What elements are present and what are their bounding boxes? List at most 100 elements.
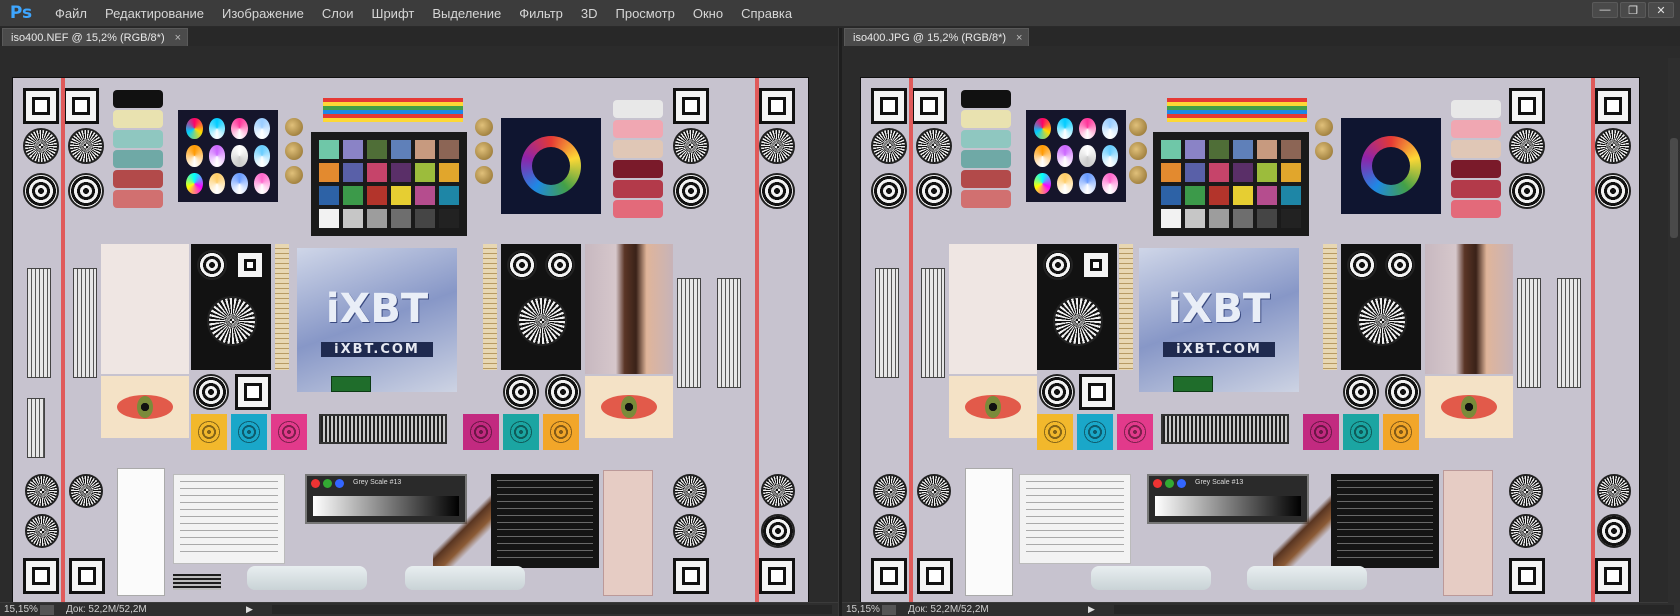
radial-target bbox=[69, 474, 103, 508]
radial-target bbox=[1509, 514, 1543, 548]
horizontal-scrollbar[interactable] bbox=[272, 605, 832, 614]
menu-file[interactable]: Файл bbox=[46, 0, 96, 27]
corner-target bbox=[911, 88, 947, 124]
color-checker bbox=[1153, 132, 1309, 236]
red-edge-bar bbox=[1591, 78, 1595, 605]
ring-target bbox=[673, 173, 709, 209]
test-chart-photo: iXBT iXBT.COM Grey Scale #13 bbox=[860, 77, 1640, 606]
corner-target bbox=[235, 250, 265, 280]
ring-target bbox=[23, 173, 59, 209]
ring-target bbox=[545, 374, 581, 410]
tab-close-icon[interactable]: × bbox=[1016, 32, 1022, 44]
thread-spool bbox=[1451, 120, 1501, 138]
thread-spool bbox=[613, 140, 663, 158]
logo-main-text: iXBT bbox=[325, 286, 429, 332]
corner-target bbox=[1509, 88, 1545, 124]
color-tile bbox=[1117, 414, 1153, 450]
ram-chip bbox=[1173, 376, 1213, 392]
color-wheel bbox=[231, 172, 248, 194]
radial-target bbox=[68, 128, 104, 164]
menu-3d[interactable]: 3D bbox=[572, 0, 607, 27]
radial-target bbox=[673, 514, 707, 548]
color-tile bbox=[1077, 414, 1113, 450]
vertical-scrollbar[interactable] bbox=[1668, 58, 1680, 603]
eye-photo bbox=[585, 376, 673, 438]
thread-spool bbox=[961, 130, 1011, 148]
menu-type[interactable]: Шрифт bbox=[363, 0, 424, 27]
color-chip-row bbox=[311, 479, 344, 488]
canvas-area[interactable]: iXBT iXBT.COM Grey Scale #13 bbox=[842, 46, 1680, 616]
document-tab-nef[interactable]: iso400.NEF @ 15,2% (RGB/8*) × bbox=[2, 28, 189, 46]
ring-target bbox=[507, 250, 537, 280]
zoom-level[interactable]: 15,15% bbox=[842, 604, 882, 615]
thread-spool bbox=[113, 90, 163, 108]
menu-select[interactable]: Выделение bbox=[423, 0, 510, 27]
resolution-bars bbox=[717, 278, 741, 388]
thread-spool bbox=[1451, 100, 1501, 118]
scrollbar-thumb[interactable] bbox=[1670, 138, 1678, 238]
color-wheels-panel bbox=[1026, 110, 1126, 202]
resolution-bars bbox=[677, 278, 701, 388]
coin bbox=[1129, 118, 1147, 136]
colored-pencils bbox=[323, 98, 463, 122]
menu-window[interactable]: Окно bbox=[684, 0, 732, 27]
radial-target bbox=[1053, 296, 1103, 346]
thread-spool bbox=[613, 120, 663, 138]
radial-target bbox=[25, 514, 59, 548]
ring-target bbox=[761, 514, 795, 548]
logo-sub-text: iXBT.COM bbox=[1163, 342, 1275, 357]
menu-layers[interactable]: Слои bbox=[313, 0, 363, 27]
corner-target bbox=[235, 374, 271, 410]
close-icon[interactable]: ✕ bbox=[1648, 2, 1674, 18]
star-target-panel bbox=[1341, 244, 1421, 370]
color-tile bbox=[1037, 414, 1073, 450]
zoom-level[interactable]: 15,15% bbox=[0, 604, 40, 615]
status-bar: 15,15% Док: 52,2M/52,2M ▶ bbox=[0, 602, 838, 616]
thread-spool bbox=[961, 170, 1011, 188]
radial-target bbox=[1597, 474, 1631, 508]
colorful-book bbox=[501, 118, 601, 214]
horizontal-scrollbar[interactable] bbox=[1114, 605, 1674, 614]
radial-target bbox=[1595, 128, 1631, 164]
coin bbox=[1129, 142, 1147, 160]
radial-target bbox=[761, 474, 795, 508]
restore-icon[interactable]: ❐ bbox=[1620, 2, 1646, 18]
corner-target bbox=[63, 88, 99, 124]
menu-view[interactable]: Просмотр bbox=[607, 0, 684, 27]
ring-target bbox=[197, 250, 227, 280]
radial-target bbox=[23, 128, 59, 164]
coin bbox=[475, 166, 493, 184]
radial-target bbox=[207, 296, 257, 346]
ring-target bbox=[759, 173, 795, 209]
thread-spool bbox=[613, 100, 663, 118]
menu-edit[interactable]: Редактирование bbox=[96, 0, 213, 27]
menu-filter[interactable]: Фильтр bbox=[510, 0, 572, 27]
bottle bbox=[1091, 566, 1211, 590]
canvas-area[interactable]: iXBT iXBT.COM Grey Scale #13 bbox=[0, 46, 838, 616]
status-menu-arrow-icon[interactable]: ▶ bbox=[1088, 604, 1095, 615]
red-edge-bar bbox=[61, 78, 65, 605]
document-tab-jpg[interactable]: iso400.JPG @ 15,2% (RGB/8*) × bbox=[844, 28, 1030, 46]
coin bbox=[1129, 166, 1147, 184]
document-tab-title: iso400.JPG @ 15,2% (RGB/8*) bbox=[853, 31, 1007, 44]
menu-help[interactable]: Справка bbox=[732, 0, 801, 27]
ixbt-logo-block: iXBT iXBT.COM bbox=[297, 248, 457, 392]
tab-close-icon[interactable]: × bbox=[175, 32, 181, 44]
radial-target bbox=[759, 128, 795, 164]
coin bbox=[285, 142, 303, 160]
ram-chip bbox=[331, 376, 371, 392]
corner-target bbox=[917, 558, 953, 594]
color-wheel bbox=[253, 172, 270, 194]
minimize-icon[interactable]: — bbox=[1592, 2, 1618, 18]
status-menu-arrow-icon[interactable]: ▶ bbox=[246, 604, 253, 615]
radial-target bbox=[873, 514, 907, 548]
coin bbox=[475, 142, 493, 160]
ring-target bbox=[1385, 250, 1415, 280]
corner-target bbox=[23, 558, 59, 594]
ring-target bbox=[1043, 250, 1073, 280]
text-sample-card bbox=[1019, 474, 1131, 564]
color-tile bbox=[231, 414, 267, 450]
red-edge-bar bbox=[909, 78, 913, 605]
thread-spool bbox=[961, 90, 1011, 108]
menu-image[interactable]: Изображение bbox=[213, 0, 313, 27]
